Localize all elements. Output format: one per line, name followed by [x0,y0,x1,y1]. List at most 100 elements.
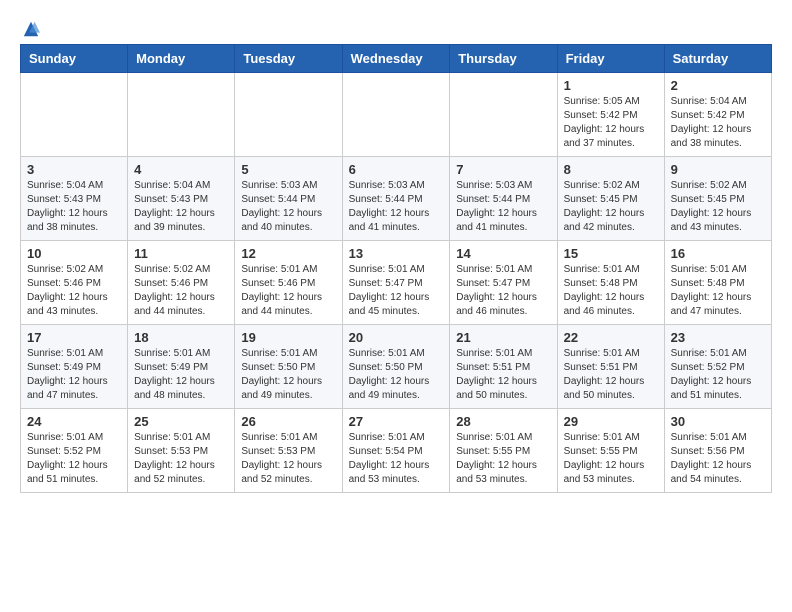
day-number: 16 [671,246,765,261]
day-info: Sunrise: 5:01 AMSunset: 5:46 PMDaylight:… [241,263,335,319]
calendar-cell: 21 Sunrise: 5:01 AMSunset: 5:51 PMDayligh… [450,325,557,409]
calendar-cell: 25 Sunrise: 5:01 AMSunset: 5:53 PMDayligh… [128,409,235,493]
day-info: Sunrise: 5:01 AMSunset: 5:51 PMDaylight:… [564,347,658,403]
day-number: 9 [671,162,765,177]
calendar-cell: 15 Sunrise: 5:01 AMSunset: 5:48 PMDayligh… [557,241,664,325]
calendar-cell: 3Sunrise: 5:04 AMSunset: 5:43 PMDaylight… [21,157,128,241]
calendar-cell: 30Sunrise: 5:01 AMSunset: 5:56 PMDayligh… [664,409,771,493]
calendar-cell: 10 Sunrise: 5:02 AMSunset: 5:46 PMDayligh… [21,241,128,325]
day-number: 10 [27,246,121,261]
day-number: 30 [671,414,765,429]
day-number: 22 [564,330,658,345]
day-number: 20 [349,330,444,345]
day-number: 1 [564,78,658,93]
day-info: Sunrise: 5:01 AMSunset: 5:55 PMDaylight:… [564,431,658,487]
day-number: 5 [241,162,335,177]
calendar-cell: 29Sunrise: 5:01 AMSunset: 5:55 PMDayligh… [557,409,664,493]
day-number: 18 [134,330,228,345]
day-number: 26 [241,414,335,429]
page-header [20,20,772,34]
calendar-cell: 13 Sunrise: 5:01 AMSunset: 5:47 PMDayligh… [342,241,450,325]
day-info: Sunrise: 5:03 AMSunset: 5:44 PMDaylight:… [456,179,550,235]
calendar-cell: 11Sunrise: 5:02 AMSunset: 5:46 PMDayligh… [128,241,235,325]
calendar-cell: 24 Sunrise: 5:01 AMSunset: 5:52 PMDayligh… [21,409,128,493]
calendar-week-row: 1 Sunrise: 5:05 AMSunset: 5:42 PMDaylight… [21,73,772,157]
calendar-week-row: 17 Sunrise: 5:01 AMSunset: 5:49 PMDayligh… [21,325,772,409]
calendar-cell [235,73,342,157]
day-info: Sunrise: 5:01 AMSunset: 5:49 PMDaylight:… [27,347,121,403]
calendar-header-thursday: Thursday [450,45,557,73]
day-number: 2 [671,78,765,93]
day-info: Sunrise: 5:01 AMSunset: 5:47 PMDaylight:… [456,263,550,319]
day-number: 8 [564,162,658,177]
calendar-cell: 27 Sunrise: 5:01 AMSunset: 5:54 PMDayligh… [342,409,450,493]
day-info: Sunrise: 5:02 AMSunset: 5:45 PMDaylight:… [671,179,765,235]
day-info: Sunrise: 5:04 AMSunset: 5:43 PMDaylight:… [27,179,121,235]
calendar-header-monday: Monday [128,45,235,73]
day-info: Sunrise: 5:01 AMSunset: 5:55 PMDaylight:… [456,431,550,487]
calendar-week-row: 10 Sunrise: 5:02 AMSunset: 5:46 PMDayligh… [21,241,772,325]
day-info: Sunrise: 5:01 AMSunset: 5:48 PMDaylight:… [671,263,765,319]
calendar-cell: 7 Sunrise: 5:03 AMSunset: 5:44 PMDaylight… [450,157,557,241]
day-info: Sunrise: 5:01 AMSunset: 5:49 PMDaylight:… [134,347,228,403]
day-number: 21 [456,330,550,345]
day-info: Sunrise: 5:01 AMSunset: 5:53 PMDaylight:… [241,431,335,487]
calendar-week-row: 24 Sunrise: 5:01 AMSunset: 5:52 PMDayligh… [21,409,772,493]
day-number: 23 [671,330,765,345]
day-number: 14 [456,246,550,261]
day-info: Sunrise: 5:04 AMSunset: 5:42 PMDaylight:… [671,95,765,151]
day-info: Sunrise: 5:02 AMSunset: 5:46 PMDaylight:… [134,263,228,319]
calendar-cell: 22 Sunrise: 5:01 AMSunset: 5:51 PMDayligh… [557,325,664,409]
calendar-header-tuesday: Tuesday [235,45,342,73]
calendar-cell [128,73,235,157]
day-number: 19 [241,330,335,345]
calendar-cell: 28Sunrise: 5:01 AMSunset: 5:55 PMDayligh… [450,409,557,493]
day-number: 25 [134,414,228,429]
calendar-header-row: SundayMondayTuesdayWednesdayThursdayFrid… [21,45,772,73]
calendar-cell: 19 Sunrise: 5:01 AMSunset: 5:50 PMDayligh… [235,325,342,409]
day-info: Sunrise: 5:01 AMSunset: 5:53 PMDaylight:… [134,431,228,487]
day-number: 6 [349,162,444,177]
day-info: Sunrise: 5:01 AMSunset: 5:51 PMDaylight:… [456,347,550,403]
day-info: Sunrise: 5:01 AMSunset: 5:54 PMDaylight:… [349,431,444,487]
day-info: Sunrise: 5:01 AMSunset: 5:52 PMDaylight:… [671,347,765,403]
day-info: Sunrise: 5:02 AMSunset: 5:46 PMDaylight:… [27,263,121,319]
day-info: Sunrise: 5:03 AMSunset: 5:44 PMDaylight:… [349,179,444,235]
day-number: 4 [134,162,228,177]
calendar-cell: 14 Sunrise: 5:01 AMSunset: 5:47 PMDayligh… [450,241,557,325]
day-number: 13 [349,246,444,261]
calendar-cell [342,73,450,157]
day-number: 17 [27,330,121,345]
calendar-header-friday: Friday [557,45,664,73]
day-number: 15 [564,246,658,261]
logo [20,20,40,34]
day-info: Sunrise: 5:01 AMSunset: 5:48 PMDaylight:… [564,263,658,319]
calendar-header-saturday: Saturday [664,45,771,73]
calendar-cell: 12Sunrise: 5:01 AMSunset: 5:46 PMDayligh… [235,241,342,325]
day-number: 7 [456,162,550,177]
calendar-cell: 18 Sunrise: 5:01 AMSunset: 5:49 PMDayligh… [128,325,235,409]
day-info: Sunrise: 5:05 AMSunset: 5:42 PMDaylight:… [564,95,658,151]
calendar-cell [21,73,128,157]
calendar-header-wednesday: Wednesday [342,45,450,73]
day-info: Sunrise: 5:01 AMSunset: 5:50 PMDaylight:… [241,347,335,403]
day-info: Sunrise: 5:01 AMSunset: 5:52 PMDaylight:… [27,431,121,487]
calendar-cell: 2 Sunrise: 5:04 AMSunset: 5:42 PMDaylight… [664,73,771,157]
calendar-header-sunday: Sunday [21,45,128,73]
calendar-cell: 4 Sunrise: 5:04 AMSunset: 5:43 PMDaylight… [128,157,235,241]
day-number: 27 [349,414,444,429]
day-info: Sunrise: 5:01 AMSunset: 5:50 PMDaylight:… [349,347,444,403]
calendar-table: SundayMondayTuesdayWednesdayThursdayFrid… [20,44,772,493]
calendar-cell: 26 Sunrise: 5:01 AMSunset: 5:53 PMDayligh… [235,409,342,493]
calendar-cell: 23 Sunrise: 5:01 AMSunset: 5:52 PMDayligh… [664,325,771,409]
day-info: Sunrise: 5:04 AMSunset: 5:43 PMDaylight:… [134,179,228,235]
calendar-cell: 20 Sunrise: 5:01 AMSunset: 5:50 PMDayligh… [342,325,450,409]
day-info: Sunrise: 5:02 AMSunset: 5:45 PMDaylight:… [564,179,658,235]
day-info: Sunrise: 5:01 AMSunset: 5:47 PMDaylight:… [349,263,444,319]
calendar-cell [450,73,557,157]
calendar-week-row: 3Sunrise: 5:04 AMSunset: 5:43 PMDaylight… [21,157,772,241]
calendar-cell: 5Sunrise: 5:03 AMSunset: 5:44 PMDaylight… [235,157,342,241]
calendar-cell: 1 Sunrise: 5:05 AMSunset: 5:42 PMDaylight… [557,73,664,157]
day-number: 24 [27,414,121,429]
calendar-cell: 16 Sunrise: 5:01 AMSunset: 5:48 PMDayligh… [664,241,771,325]
